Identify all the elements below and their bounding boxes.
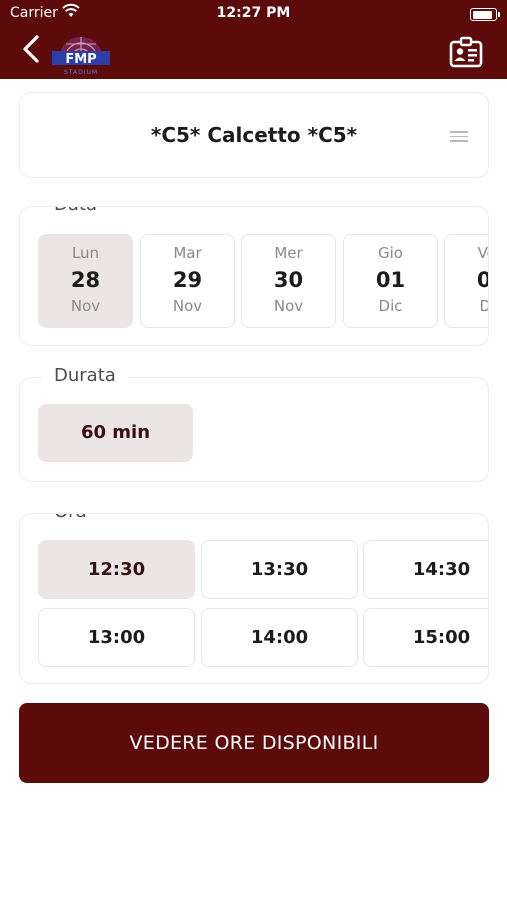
svg-text:STADIUM: STADIUM — [64, 69, 98, 76]
show-available-times-button[interactable]: VEDERE ORE DISPONIBILI — [19, 703, 489, 783]
date-day-number: 30 — [273, 268, 304, 292]
time-section-label: Ora — [42, 514, 99, 522]
time-slot[interactable]: 13:00 — [38, 608, 195, 667]
date-option[interactable]: Lun 28 Nov — [38, 234, 133, 328]
date-day-of-week: Gio — [378, 244, 403, 262]
svg-text:FMP: FMP — [65, 52, 96, 67]
date-day-number: 28 — [70, 268, 101, 292]
date-day-of-week: Mer — [274, 244, 303, 262]
status-bar: Carrier 12:27 PM — [0, 3, 507, 23]
date-day-number: 29 — [172, 268, 203, 292]
date-day-of-week: Lun — [71, 244, 100, 262]
date-option[interactable]: Gio 01 Dic — [343, 234, 438, 328]
duration-option[interactable]: 60 min — [38, 404, 193, 462]
date-option[interactable]: Mer 30 Nov — [241, 234, 336, 328]
status-time: 12:27 PM — [216, 5, 291, 21]
app-header: Carrier 12:27 PM FMP STADIUM — [0, 0, 507, 79]
date-month: Dic — [378, 297, 403, 315]
time-slot[interactable]: 14:30 — [363, 540, 488, 599]
field-title: *C5* Calcetto *C5* — [150, 123, 358, 147]
date-month: Nov — [70, 297, 101, 315]
date-day-number: 02 — [445, 268, 488, 292]
profile-card-icon[interactable] — [449, 36, 483, 70]
date-month: Nov — [172, 297, 203, 315]
date-section: Data Lun 28 Nov Mar 29 Nov Mer 30 Nov Gi… — [19, 206, 489, 346]
duration-section: Durata 60 min — [19, 365, 489, 482]
date-option[interactable]: Mar 29 Nov — [140, 234, 235, 328]
date-month: Nov — [273, 297, 304, 315]
menu-icon[interactable] — [450, 131, 468, 143]
date-option[interactable]: Ven 02 Dic — [444, 234, 488, 328]
club-logo: FMP STADIUM — [52, 37, 110, 76]
date-day-of-week: Ven — [477, 244, 488, 262]
date-day-number: 01 — [375, 268, 406, 292]
time-slot[interactable]: 13:30 — [201, 540, 358, 599]
time-section: Ora 12:30 13:30 14:30 13:00 14:00 15:00 — [19, 513, 489, 684]
battery-icon — [470, 8, 500, 21]
back-chevron-icon[interactable] — [18, 34, 48, 64]
time-slot[interactable]: 12:30 — [38, 540, 195, 599]
date-section-label: Data — [42, 207, 109, 215]
date-month: Dic — [445, 297, 488, 315]
date-day-of-week: Mar — [173, 244, 202, 262]
field-selector[interactable]: *C5* Calcetto *C5* — [19, 92, 489, 178]
time-slot[interactable]: 14:00 — [201, 608, 358, 667]
time-slot[interactable]: 15:00 — [363, 608, 488, 667]
duration-section-label: Durata — [42, 365, 128, 386]
